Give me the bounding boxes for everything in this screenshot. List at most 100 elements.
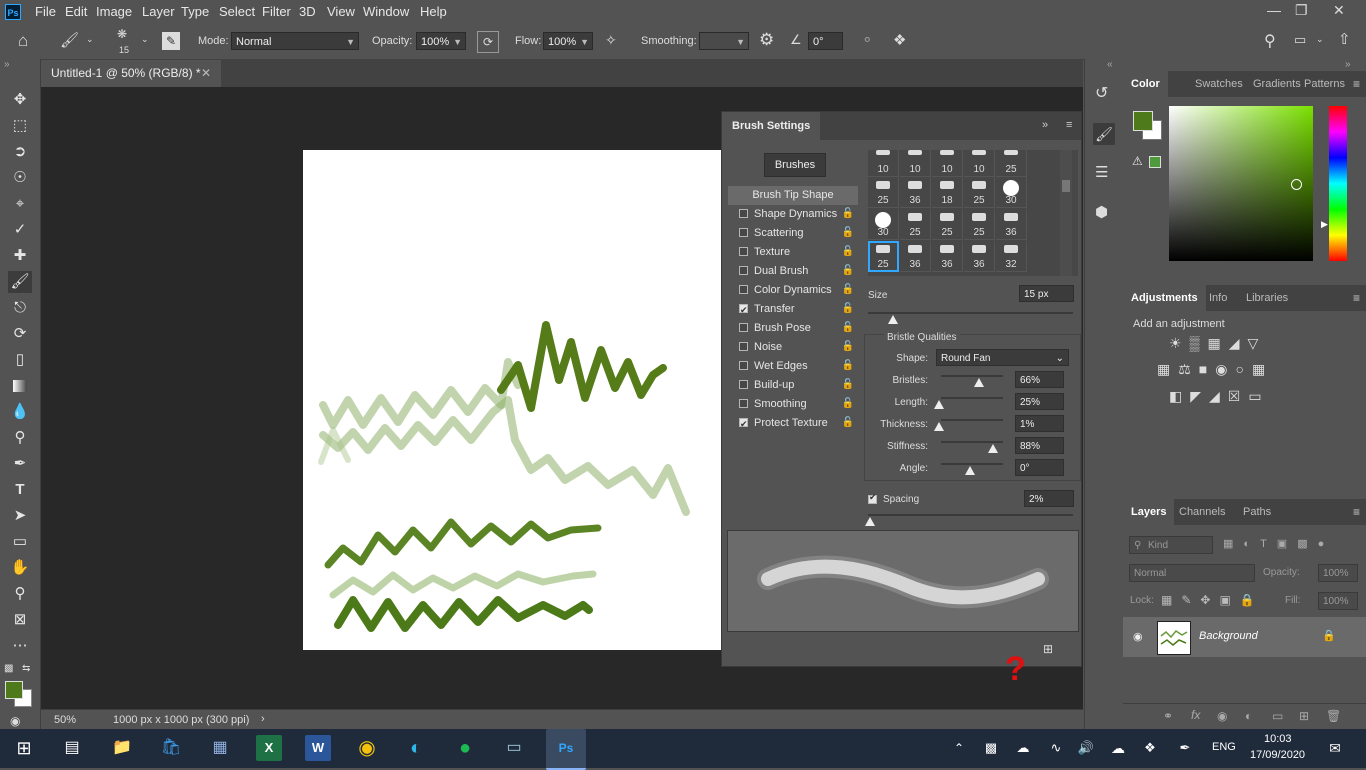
lock-artboard-icon[interactable]: ▣ — [1219, 593, 1239, 607]
checkbox[interactable] — [739, 380, 748, 389]
lock-icon[interactable]: 🔓 — [842, 376, 854, 394]
menu-edit[interactable]: Edit — [65, 4, 87, 19]
brush-tool-icon[interactable]: 🖌 — [8, 271, 32, 293]
levels-icon[interactable]: ▒ — [1190, 335, 1208, 351]
lock-all-icon[interactable]: 🔒 — [1240, 593, 1264, 607]
brush-tip[interactable]: 18 — [932, 177, 963, 208]
brush-tip[interactable]: 30 — [868, 209, 899, 240]
color-balance-icon[interactable]: ⚖ — [1178, 361, 1199, 377]
menu-layer[interactable]: Layer — [142, 4, 175, 19]
canvas[interactable] — [303, 150, 721, 650]
brush-tip[interactable]: 25 — [868, 177, 899, 208]
tab-libraries[interactable]: Libraries — [1238, 285, 1296, 311]
menu-window[interactable]: Window — [363, 4, 409, 19]
checkbox[interactable] — [739, 342, 748, 351]
menu-help[interactable]: Help — [420, 4, 447, 19]
checkbox[interactable] — [739, 266, 748, 275]
new-group-icon[interactable]: ▭ — [1272, 709, 1283, 723]
crop-tool-icon[interactable]: ⌖ — [8, 193, 32, 215]
opacity-field[interactable]: 100% ▼ — [416, 32, 466, 50]
gamut-color-chip[interactable] — [1149, 156, 1161, 168]
dodge-tool-icon[interactable]: ⚲ — [8, 427, 32, 449]
shape-select[interactable]: Round Fan ⌄ — [936, 349, 1069, 366]
selective-color-icon[interactable]: ☒ — [1228, 388, 1249, 404]
tab-channels[interactable]: Channels — [1171, 499, 1233, 525]
spacing-slider-track[interactable] — [868, 514, 1073, 516]
spacing-field[interactable]: 2% — [1024, 490, 1074, 507]
brush-settings-panel-icon[interactable]: 🖌 — [1093, 123, 1115, 145]
hue-slider[interactable] — [1329, 106, 1347, 261]
checkbox[interactable] — [739, 323, 748, 332]
rectangle-tool-icon[interactable]: ▭ — [8, 531, 32, 553]
word-icon[interactable]: W — [305, 735, 331, 761]
checkbox[interactable] — [739, 399, 748, 408]
brush-settings-tab[interactable]: Brush Settings — [722, 112, 821, 140]
path-selection-tool-icon[interactable]: ➤ — [8, 505, 32, 527]
flow-field[interactable]: 100% ▼ — [543, 32, 593, 50]
size-slider-track[interactable] — [868, 312, 1073, 314]
eye-icon[interactable]: ◉ — [1133, 630, 1143, 643]
option-shape-dynamics[interactable]: Shape Dynamics 🔓 — [728, 205, 858, 223]
lock-icon[interactable]: 🔓 — [842, 338, 854, 356]
onedrive-icon[interactable]: ☁ — [1105, 735, 1131, 761]
eraser-tool-icon[interactable]: ▯ — [8, 349, 32, 371]
photoshop-taskbar-icon[interactable]: Ps — [546, 729, 586, 770]
spacing-checkbox[interactable] — [868, 492, 877, 504]
lock-transparent-icon[interactable]: ▦ — [1161, 593, 1181, 607]
restore-icon[interactable]: ❐ — [1295, 2, 1308, 19]
lock-icon[interactable]: 🔓 — [842, 357, 854, 375]
adjustment-filter-icon[interactable]: ◐ — [1243, 538, 1260, 550]
menu-image[interactable]: Image — [96, 4, 132, 19]
bristles-slider-track[interactable] — [941, 375, 1003, 377]
length-slider-track[interactable] — [941, 397, 1003, 399]
option-brush-pose[interactable]: Brush Pose 🔓 — [728, 319, 858, 337]
close-icon[interactable]: ✕ — [1333, 2, 1345, 19]
tab-adjustments[interactable]: Adjustments — [1123, 285, 1206, 311]
menu-filter[interactable]: Filter — [262, 4, 291, 19]
lock-icon[interactable]: 🔓 — [842, 262, 854, 280]
airbrush-icon[interactable]: ✧ — [605, 32, 617, 49]
new-layer-icon[interactable]: ⊞ — [1299, 709, 1309, 723]
history-brush-tool-icon[interactable]: ⟳ — [8, 323, 32, 345]
brush-tip[interactable]: 10 — [900, 150, 931, 177]
pen-icon[interactable]: ✒ — [1172, 735, 1198, 761]
file-explorer-icon[interactable]: 📁 — [109, 735, 135, 761]
option-texture[interactable]: Texture 🔓 — [728, 243, 858, 261]
brush-tip[interactable]: 10 — [964, 150, 995, 177]
brush-tip[interactable]: 25 — [964, 209, 995, 240]
trash-icon[interactable]: 🗑 — [1326, 709, 1341, 723]
tab-paths[interactable]: Paths — [1235, 499, 1279, 525]
windows-start-icon[interactable]: ⊞ — [11, 735, 37, 761]
lock-position-icon[interactable]: ✥ — [1200, 593, 1219, 607]
shape-filter-icon[interactable]: ▣ — [1277, 538, 1297, 550]
bristles-slider-thumb[interactable] — [974, 378, 984, 387]
store-icon[interactable]: 🛍 — [158, 735, 184, 761]
add-mask-icon[interactable]: ◉ — [1217, 709, 1227, 723]
gradient-map-icon[interactable]: ▭ — [1248, 388, 1269, 404]
brush-tip[interactable]: 25 — [996, 150, 1027, 177]
sync-error-icon[interactable]: ☁ — [1010, 735, 1036, 761]
menu-select[interactable]: Select — [219, 4, 255, 19]
quick-selection-tool-icon[interactable]: ☉ — [8, 167, 32, 189]
size-slider-thumb[interactable] — [888, 315, 898, 324]
wifi-icon[interactable]: ∿ — [1043, 735, 1069, 761]
pressure-opacity-icon[interactable]: ⟳ — [477, 31, 499, 53]
edge-icon[interactable]: ◐ — [403, 735, 429, 761]
tip-grid-scrollbar[interactable] — [1060, 150, 1072, 276]
tab-info[interactable]: Info — [1201, 285, 1235, 311]
brush-settings-toggle-icon[interactable]: ✎ — [162, 32, 180, 50]
frame-tool-icon[interactable]: ⊠ — [8, 609, 32, 631]
default-colors-icon[interactable]: ▩ — [4, 663, 13, 674]
threshold-icon[interactable]: ◢ — [1209, 388, 1228, 404]
app-icon[interactable]: ▭ — [501, 735, 527, 761]
curves-icon[interactable]: ▦ — [1207, 335, 1228, 351]
option-dual-brush[interactable]: Dual Brush 🔓 — [728, 262, 858, 280]
invert-icon[interactable]: ◧ — [1169, 388, 1190, 404]
color-lookup-icon[interactable]: ▦ — [1252, 361, 1273, 377]
document-tab[interactable]: Untitled-1 @ 50% (RGB/8) * ✕ — [41, 60, 221, 87]
channel-mixer-icon[interactable]: ○ — [1235, 361, 1251, 377]
lasso-tool-icon[interactable]: ➲ — [8, 141, 32, 163]
menu-type[interactable]: Type — [181, 4, 209, 19]
share-icon[interactable]: ⇧ — [1338, 30, 1351, 48]
size-field[interactable]: 15 px — [1019, 285, 1074, 302]
